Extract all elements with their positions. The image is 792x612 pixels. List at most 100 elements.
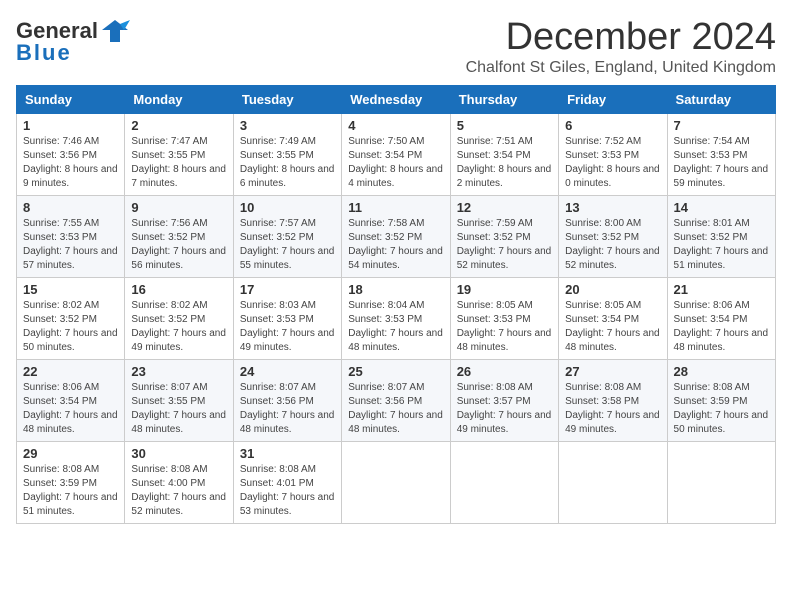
- calendar-cell: 11 Sunrise: 7:58 AMSunset: 3:52 PMDayligh…: [342, 196, 450, 278]
- cell-content: Sunrise: 8:06 AMSunset: 3:54 PMDaylight:…: [23, 381, 118, 437]
- day-number: 30: [131, 446, 226, 461]
- cell-content: Sunrise: 7:56 AMSunset: 3:52 PMDaylight:…: [131, 217, 226, 273]
- calendar-cell: 6 Sunrise: 7:52 AMSunset: 3:53 PMDaylight…: [559, 114, 667, 196]
- calendar-row: 8 Sunrise: 7:55 AMSunset: 3:53 PMDaylight…: [17, 196, 776, 278]
- day-number: 19: [457, 282, 552, 297]
- day-number: 18: [348, 282, 443, 297]
- cell-content: Sunrise: 8:03 AMSunset: 3:53 PMDaylight:…: [240, 299, 335, 355]
- cell-content: Sunrise: 8:01 AMSunset: 3:52 PMDaylight:…: [674, 217, 769, 273]
- calendar-cell: 7 Sunrise: 7:54 AMSunset: 3:53 PMDaylight…: [667, 114, 775, 196]
- calendar-cell: 8 Sunrise: 7:55 AMSunset: 3:53 PMDaylight…: [17, 196, 125, 278]
- cell-content: Sunrise: 8:00 AMSunset: 3:52 PMDaylight:…: [565, 217, 660, 273]
- cell-content: Sunrise: 7:55 AMSunset: 3:53 PMDaylight:…: [23, 217, 118, 273]
- calendar-cell: 1 Sunrise: 7:46 AMSunset: 3:56 PMDaylight…: [17, 114, 125, 196]
- calendar-cell: 25 Sunrise: 8:07 AMSunset: 3:56 PMDayligh…: [342, 360, 450, 442]
- title-section: December 2024 Chalfont St Giles, England…: [466, 16, 776, 77]
- day-number: 11: [348, 200, 443, 215]
- calendar-cell: 16Sunrise: 8:02 AMSunset: 3:52 PMDayligh…: [125, 278, 233, 360]
- calendar-cell: 14 Sunrise: 8:01 AMSunset: 3:52 PMDayligh…: [667, 196, 775, 278]
- logo: General Blue: [16, 16, 130, 66]
- calendar-cell: 9 Sunrise: 7:56 AMSunset: 3:52 PMDaylight…: [125, 196, 233, 278]
- calendar-cell: 10 Sunrise: 7:57 AMSunset: 3:52 PMDayligh…: [233, 196, 341, 278]
- cell-content: Sunrise: 8:08 AMSunset: 3:57 PMDaylight:…: [457, 381, 552, 437]
- calendar-cell: 28Sunrise: 8:08 AMSunset: 3:59 PMDayligh…: [667, 360, 775, 442]
- cell-content: Sunrise: 7:54 AMSunset: 3:53 PMDaylight:…: [674, 135, 769, 191]
- calendar-cell: 30 Sunrise: 8:08 AMSunset: 4:00 PMDayligh…: [125, 442, 233, 524]
- cell-content: Sunrise: 8:02 AMSunset: 3:52 PMDaylight:…: [131, 299, 226, 355]
- calendar-cell: 18 Sunrise: 8:04 AMSunset: 3:53 PMDayligh…: [342, 278, 450, 360]
- day-number: 25: [348, 364, 443, 379]
- day-number: 7: [674, 118, 769, 133]
- day-number: 21: [674, 282, 769, 297]
- calendar-header-row: Sunday Monday Tuesday Wednesday Thursday…: [17, 86, 776, 114]
- cell-content: Sunrise: 7:51 AMSunset: 3:54 PMDaylight:…: [457, 135, 552, 191]
- calendar-row: 22Sunrise: 8:06 AMSunset: 3:54 PMDayligh…: [17, 360, 776, 442]
- day-number: 27: [565, 364, 660, 379]
- day-number: 31: [240, 446, 335, 461]
- day-number: 12: [457, 200, 552, 215]
- col-monday: Monday: [125, 86, 233, 114]
- cell-content: Sunrise: 7:46 AMSunset: 3:56 PMDaylight:…: [23, 135, 118, 191]
- day-number: 1: [23, 118, 118, 133]
- calendar-cell: 5 Sunrise: 7:51 AMSunset: 3:54 PMDaylight…: [450, 114, 558, 196]
- cell-content: Sunrise: 8:08 AMSunset: 3:59 PMDaylight:…: [23, 463, 118, 519]
- day-number: 20: [565, 282, 660, 297]
- cell-content: Sunrise: 8:04 AMSunset: 3:53 PMDaylight:…: [348, 299, 443, 355]
- day-number: 2: [131, 118, 226, 133]
- cell-content: Sunrise: 7:58 AMSunset: 3:52 PMDaylight:…: [348, 217, 443, 273]
- calendar-cell: 24 Sunrise: 8:07 AMSunset: 3:56 PMDayligh…: [233, 360, 341, 442]
- calendar-cell: 12Sunrise: 7:59 AMSunset: 3:52 PMDayligh…: [450, 196, 558, 278]
- col-saturday: Saturday: [667, 86, 775, 114]
- day-number: 23: [131, 364, 226, 379]
- cell-content: Sunrise: 8:02 AMSunset: 3:52 PMDaylight:…: [23, 299, 118, 355]
- day-number: 6: [565, 118, 660, 133]
- day-number: 3: [240, 118, 335, 133]
- day-number: 4: [348, 118, 443, 133]
- calendar-cell: 15 Sunrise: 8:02 AMSunset: 3:52 PMDayligh…: [17, 278, 125, 360]
- day-number: 15: [23, 282, 118, 297]
- calendar-cell: [450, 442, 558, 524]
- cell-content: Sunrise: 8:07 AMSunset: 3:56 PMDaylight:…: [348, 381, 443, 437]
- day-number: 8: [23, 200, 118, 215]
- cell-content: Sunrise: 7:57 AMSunset: 3:52 PMDaylight:…: [240, 217, 335, 273]
- day-number: 26: [457, 364, 552, 379]
- calendar-row: 1 Sunrise: 7:46 AMSunset: 3:56 PMDaylight…: [17, 114, 776, 196]
- calendar-table: Sunday Monday Tuesday Wednesday Thursday…: [16, 85, 776, 524]
- day-number: 9: [131, 200, 226, 215]
- logo-blue: Blue: [16, 40, 72, 66]
- cell-content: Sunrise: 8:08 AMSunset: 4:00 PMDaylight:…: [131, 463, 226, 519]
- day-number: 29: [23, 446, 118, 461]
- calendar-cell: [342, 442, 450, 524]
- cell-content: Sunrise: 7:47 AMSunset: 3:55 PMDaylight:…: [131, 135, 226, 191]
- calendar-cell: 2 Sunrise: 7:47 AMSunset: 3:55 PMDaylight…: [125, 114, 233, 196]
- calendar-cell: 21 Sunrise: 8:06 AMSunset: 3:54 PMDayligh…: [667, 278, 775, 360]
- calendar-cell: 23 Sunrise: 8:07 AMSunset: 3:55 PMDayligh…: [125, 360, 233, 442]
- col-wednesday: Wednesday: [342, 86, 450, 114]
- cell-content: Sunrise: 8:08 AMSunset: 3:59 PMDaylight:…: [674, 381, 769, 437]
- col-tuesday: Tuesday: [233, 86, 341, 114]
- calendar-cell: 26 Sunrise: 8:08 AMSunset: 3:57 PMDayligh…: [450, 360, 558, 442]
- day-number: 10: [240, 200, 335, 215]
- cell-content: Sunrise: 7:52 AMSunset: 3:53 PMDaylight:…: [565, 135, 660, 191]
- calendar-row: 29 Sunrise: 8:08 AMSunset: 3:59 PMDayligh…: [17, 442, 776, 524]
- calendar-cell: [667, 442, 775, 524]
- cell-content: Sunrise: 8:06 AMSunset: 3:54 PMDaylight:…: [674, 299, 769, 355]
- cell-content: Sunrise: 8:07 AMSunset: 3:55 PMDaylight:…: [131, 381, 226, 437]
- calendar-cell: 22Sunrise: 8:06 AMSunset: 3:54 PMDayligh…: [17, 360, 125, 442]
- col-sunday: Sunday: [17, 86, 125, 114]
- calendar-cell: 29 Sunrise: 8:08 AMSunset: 3:59 PMDayligh…: [17, 442, 125, 524]
- cell-content: Sunrise: 8:08 AMSunset: 3:58 PMDaylight:…: [565, 381, 660, 437]
- cell-content: Sunrise: 8:08 AMSunset: 4:01 PMDaylight:…: [240, 463, 335, 519]
- location-title: Chalfont St Giles, England, United Kingd…: [466, 59, 776, 77]
- day-number: 5: [457, 118, 552, 133]
- cell-content: Sunrise: 8:05 AMSunset: 3:54 PMDaylight:…: [565, 299, 660, 355]
- calendar-cell: 13Sunrise: 8:00 AMSunset: 3:52 PMDayligh…: [559, 196, 667, 278]
- calendar-cell: 31 Sunrise: 8:08 AMSunset: 4:01 PMDayligh…: [233, 442, 341, 524]
- day-number: 17: [240, 282, 335, 297]
- cell-content: Sunrise: 8:07 AMSunset: 3:56 PMDaylight:…: [240, 381, 335, 437]
- day-number: 14: [674, 200, 769, 215]
- calendar-cell: 17 Sunrise: 8:03 AMSunset: 3:53 PMDayligh…: [233, 278, 341, 360]
- day-number: 24: [240, 364, 335, 379]
- calendar-cell: [559, 442, 667, 524]
- month-title: December 2024: [466, 16, 776, 59]
